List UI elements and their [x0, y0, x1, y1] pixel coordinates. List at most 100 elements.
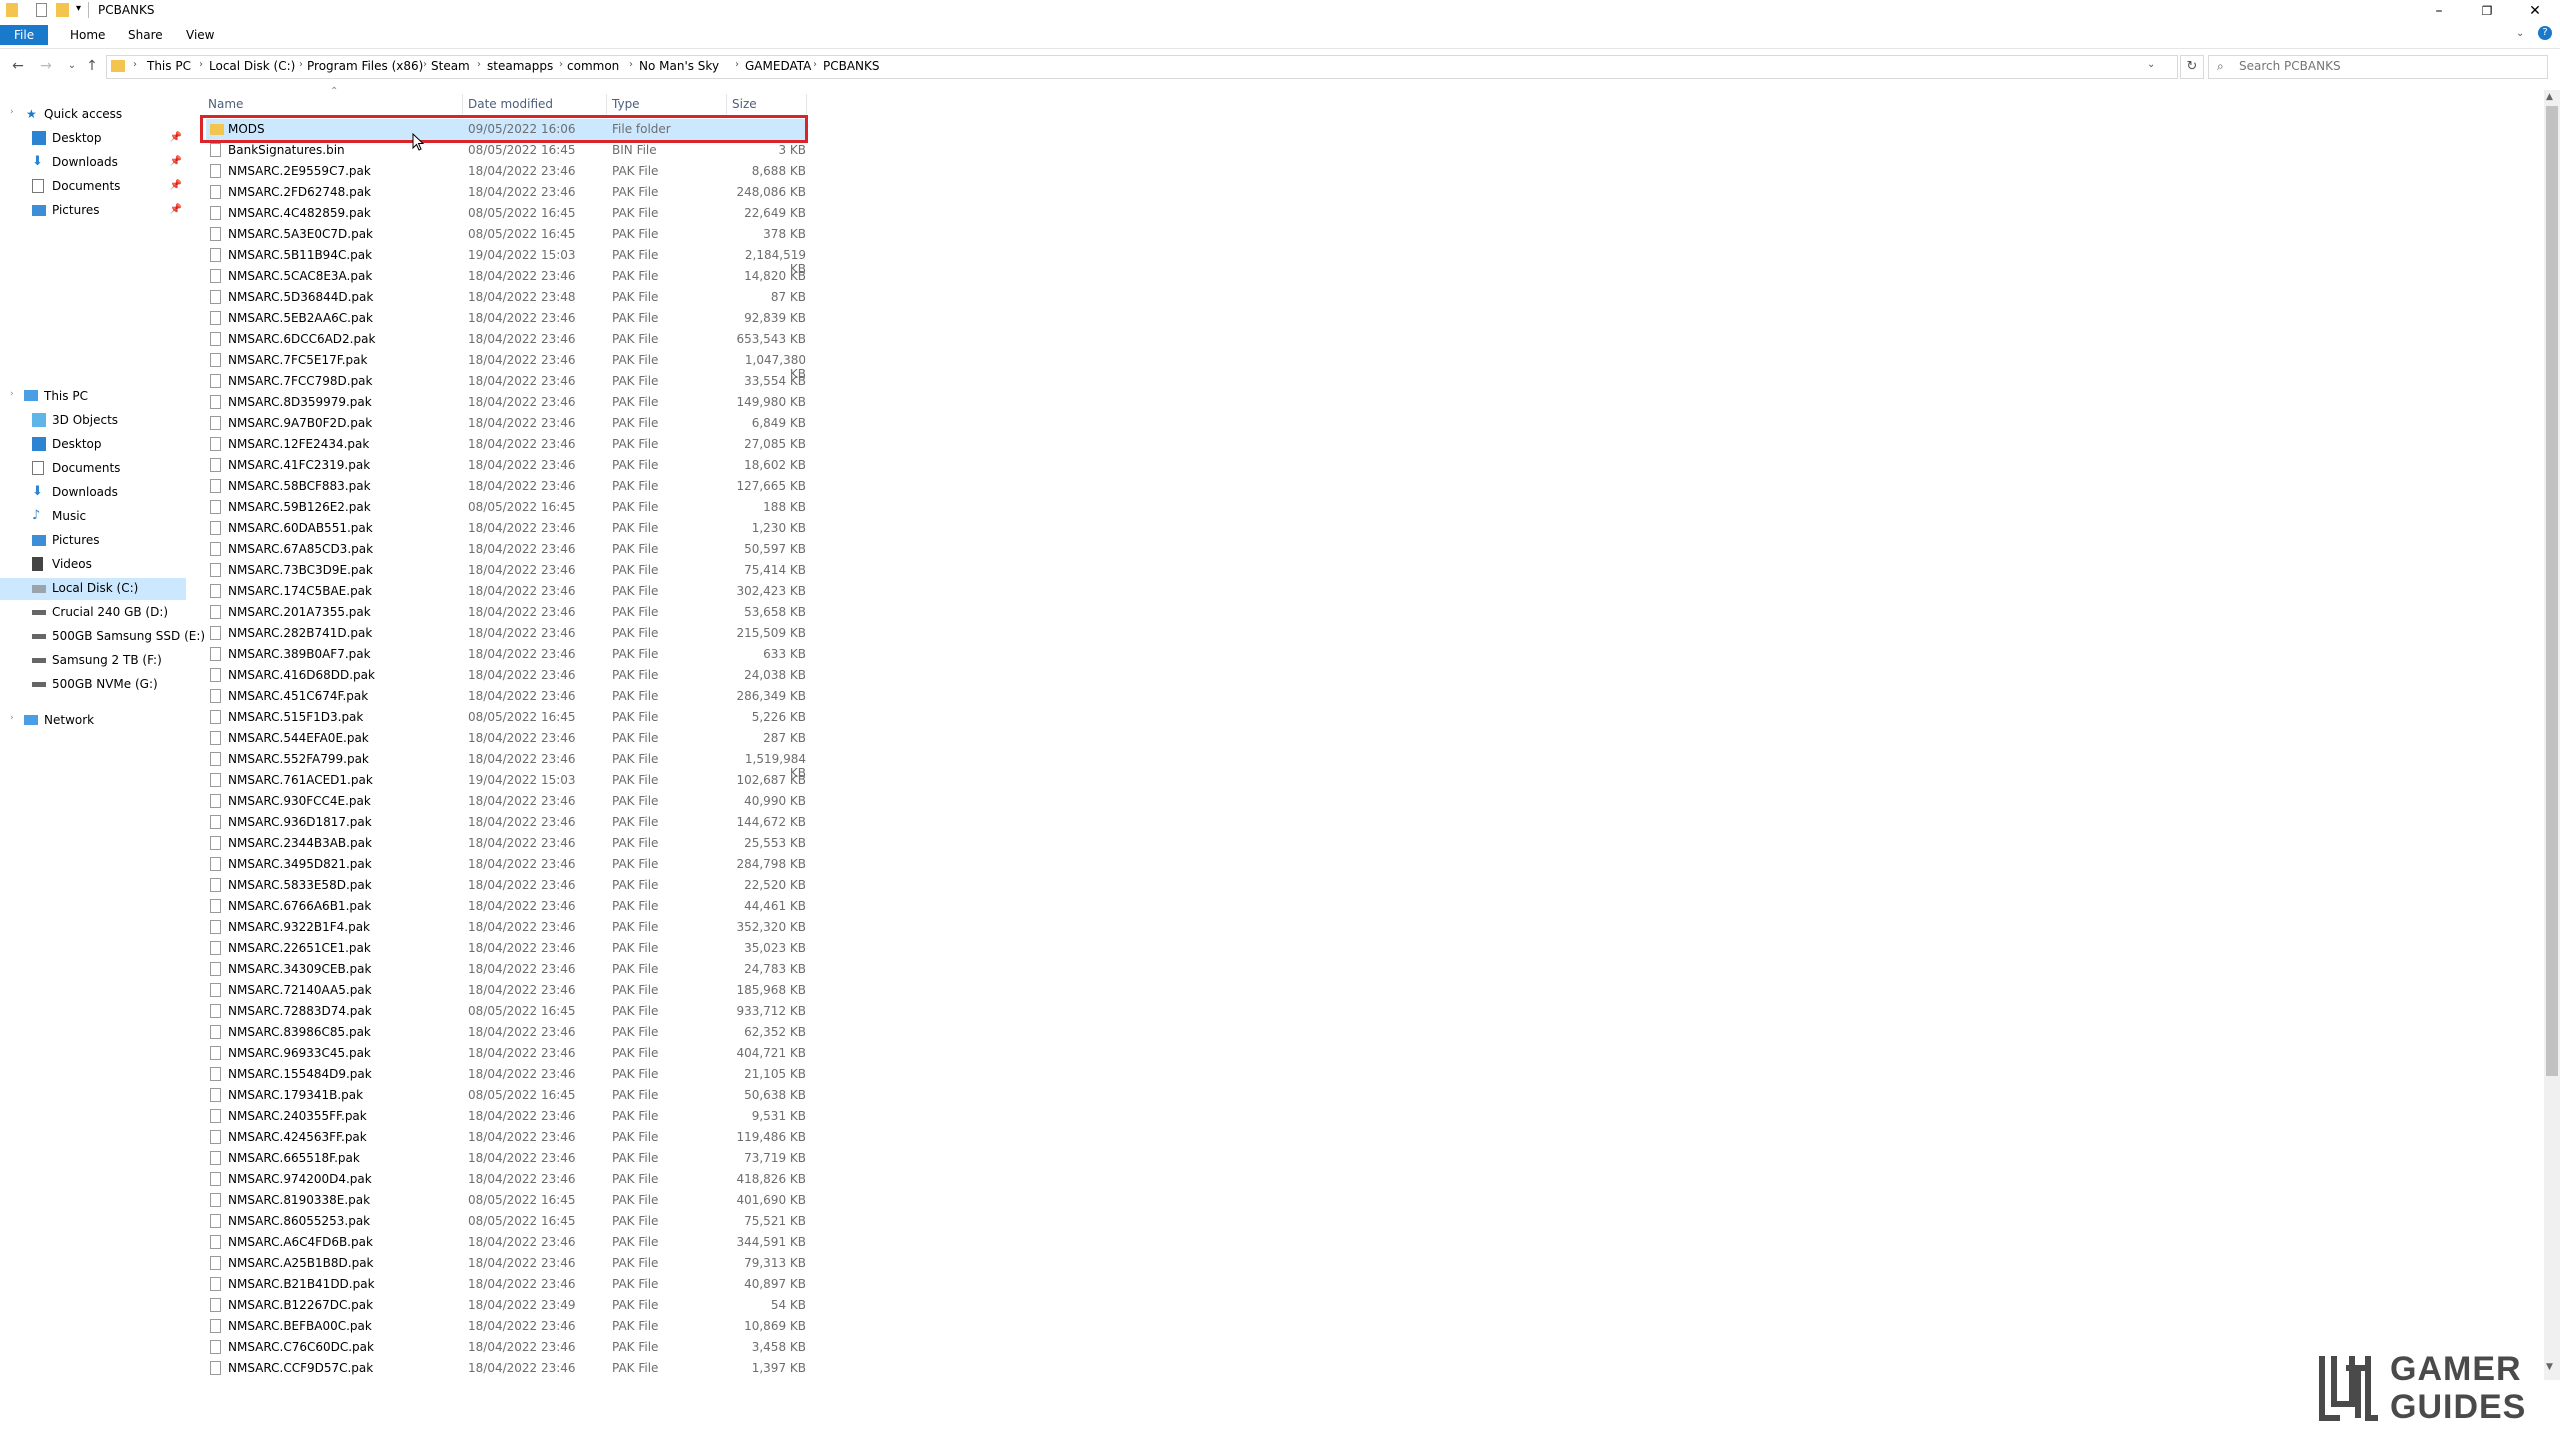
file-row[interactable]: NMSARC.A25B1B8D.pak 18/04/2022 23:46 PAK F… — [206, 1253, 806, 1274]
breadcrumb-pcbanks[interactable]: PCBANKS — [823, 59, 880, 73]
address-bar[interactable]: › This PC › Local Disk (C:) › Program Fi… — [106, 55, 2178, 79]
chevron-right-icon[interactable]: › — [10, 107, 14, 117]
file-row[interactable]: NMSARC.974200D4.pak 18/04/2022 23:46 PAK F… — [206, 1169, 806, 1190]
file-row[interactable]: NMSARC.174C5BAE.pak 18/04/2022 23:46 PAK F… — [206, 581, 806, 602]
file-row[interactable]: NMSARC.155484D9.pak 18/04/2022 23:46 PAK F… — [206, 1064, 806, 1085]
breadcrumb-steam[interactable]: Steam — [431, 59, 470, 73]
nav-drive-e[interactable]: 500GB Samsung SSD (E:) — [0, 626, 205, 648]
file-row[interactable]: NMSARC.544EFA0E.pak 18/04/2022 23:46 PAK F… — [206, 728, 806, 749]
file-row[interactable]: NMSARC.3495D821.pak 18/04/2022 23:46 PAK F… — [206, 854, 806, 875]
file-row[interactable]: NMSARC.389B0AF7.pak 18/04/2022 23:46 PAK F… — [206, 644, 806, 665]
help-icon[interactable]: ? — [2538, 26, 2552, 40]
file-row[interactable]: NMSARC.7FC5E17F.pak 18/04/2022 23:46 PAK F… — [206, 350, 806, 381]
file-row[interactable]: BankSignatures.bin 08/05/2022 16:45 BIN Fi… — [206, 140, 806, 161]
chevron-right-icon[interactable]: › — [423, 59, 427, 70]
expand-ribbon-icon[interactable]: ⌄ — [2516, 28, 2524, 39]
nav-this-pc[interactable]: › This PC — [0, 386, 190, 408]
nav-drive-f[interactable]: Samsung 2 TB (F:) — [0, 650, 190, 672]
file-row[interactable]: NMSARC.665518F.pak 18/04/2022 23:46 PAK Fi… — [206, 1148, 806, 1169]
file-row[interactable]: NMSARC.201A7355.pak 18/04/2022 23:46 PAK F… — [206, 602, 806, 623]
file-row[interactable]: NMSARC.9322B1F4.pak 18/04/2022 23:46 PAK F… — [206, 917, 806, 938]
file-row[interactable]: NMSARC.424563FF.pak 18/04/2022 23:46 PAK F… — [206, 1127, 806, 1148]
chevron-right-icon[interactable]: › — [559, 59, 563, 70]
file-row[interactable]: NMSARC.515F1D3.pak 08/05/2022 16:45 PAK Fi… — [206, 707, 806, 728]
tab-share[interactable]: Share — [114, 25, 177, 45]
file-row[interactable]: NMSARC.4C482859.pak 08/05/2022 16:45 PAK F… — [206, 203, 806, 224]
breadcrumb-program-files[interactable]: Program Files (x86) — [307, 59, 423, 73]
pin-icon[interactable]: 📌 — [170, 204, 182, 215]
chevron-right-icon[interactable]: › — [10, 713, 14, 723]
nav-videos[interactable]: Videos — [0, 554, 190, 576]
quick-access-toolbar-dropdown-icon[interactable]: ▾ — [76, 3, 81, 14]
tab-file[interactable]: File — [0, 25, 49, 45]
file-row[interactable]: NMSARC.2344B3AB.pak 18/04/2022 23:46 PAK F… — [206, 833, 806, 854]
file-row[interactable]: NMSARC.8190338E.pak 08/05/2022 16:45 PAK F… — [206, 1190, 806, 1211]
nav-quick-desktop[interactable]: Desktop 📌 — [0, 128, 190, 150]
column-divider[interactable] — [726, 94, 727, 114]
file-row[interactable]: NMSARC.96933C45.pak 18/04/2022 23:46 PAK F… — [206, 1043, 806, 1064]
back-arrow-icon[interactable]: ← — [10, 58, 26, 74]
pin-icon[interactable]: 📌 — [170, 156, 182, 167]
chevron-right-icon[interactable]: › — [813, 59, 817, 70]
file-row[interactable]: NMSARC.5833E58D.pak 18/04/2022 23:46 PAK F… — [206, 875, 806, 896]
file-row[interactable]: NMSARC.22651CE1.pak 18/04/2022 23:46 PAK F… — [206, 938, 806, 959]
file-row[interactable]: NMSARC.240355FF.pak 18/04/2022 23:46 PAK F… — [206, 1106, 806, 1127]
file-row[interactable]: NMSARC.761ACED1.pak 19/04/2022 15:03 PAK F… — [206, 770, 806, 791]
pin-icon[interactable]: 📌 — [170, 180, 182, 191]
tab-home[interactable]: Home — [56, 25, 119, 45]
up-arrow-icon[interactable]: ↑ — [84, 58, 100, 74]
breadcrumb-no-mans-sky[interactable]: No Man's Sky — [639, 59, 719, 73]
file-row[interactable]: NMSARC.8D359979.pak 18/04/2022 23:46 PAK F… — [206, 392, 806, 413]
file-row[interactable]: NMSARC.CCF9D57C.pak 18/04/2022 23:46 PAK F… — [206, 1358, 806, 1379]
file-row[interactable]: NMSARC.6DCC6AD2.pak 18/04/2022 23:46 PAK F… — [206, 329, 806, 350]
file-row[interactable]: NMSARC.179341B.pak 08/05/2022 16:45 PAK Fi… — [206, 1085, 806, 1106]
column-divider[interactable] — [606, 94, 607, 114]
file-row[interactable]: NMSARC.282B741D.pak 18/04/2022 23:46 PAK F… — [206, 623, 806, 644]
refresh-button[interactable]: ↻ — [2180, 55, 2204, 79]
nav-quick-pictures[interactable]: Pictures 📌 — [0, 200, 190, 222]
nav-desktop[interactable]: Desktop — [0, 434, 190, 456]
forward-arrow-icon[interactable]: → — [38, 58, 54, 74]
pin-icon[interactable]: 📌 — [170, 132, 182, 143]
file-row[interactable]: NMSARC.2E9559C7.pak 18/04/2022 23:46 PAK F… — [206, 161, 806, 182]
nav-downloads[interactable]: ⬇ Downloads — [0, 482, 190, 504]
chevron-right-icon[interactable]: › — [199, 59, 203, 70]
chevron-right-icon[interactable]: › — [133, 59, 137, 70]
file-row[interactable]: NMSARC.34309CEB.pak 18/04/2022 23:46 PAK F… — [206, 959, 806, 980]
nav-network[interactable]: › Network — [0, 710, 190, 732]
chevron-right-icon[interactable]: › — [299, 59, 303, 70]
new-folder-icon[interactable] — [56, 3, 69, 17]
file-row[interactable]: NMSARC.936D1817.pak 18/04/2022 23:46 PAK F… — [206, 812, 806, 833]
scrollbar-thumb[interactable] — [2546, 106, 2558, 1076]
file-row[interactable]: NMSARC.5A3E0C7D.pak 08/05/2022 16:45 PAK F… — [206, 224, 806, 245]
file-row[interactable]: NMSARC.5D36844D.pak 18/04/2022 23:48 PAK F… — [206, 287, 806, 308]
nav-drive-d[interactable]: Crucial 240 GB (D:) — [0, 602, 190, 624]
nav-quick-access[interactable]: › ★ Quick access — [0, 104, 190, 126]
recent-locations-chevron-icon[interactable]: ⌄ — [64, 58, 80, 74]
chevron-right-icon[interactable]: › — [735, 59, 739, 70]
file-row[interactable]: NMSARC.5B11B94C.pak 19/04/2022 15:03 PAK F… — [206, 245, 806, 276]
file-row[interactable]: NMSARC.73BC3D9E.pak 18/04/2022 23:46 PAK F… — [206, 560, 806, 581]
file-row[interactable]: NMSARC.60DAB551.pak 18/04/2022 23:46 PAK F… — [206, 518, 806, 539]
scroll-up-arrow-icon[interactable]: ▲ — [2546, 92, 2553, 102]
tab-view[interactable]: View — [172, 25, 228, 45]
chevron-right-icon[interactable]: › — [629, 59, 633, 70]
file-row[interactable]: NMSARC.416D68DD.pak 18/04/2022 23:46 PAK F… — [206, 665, 806, 686]
file-row[interactable]: NMSARC.9A7B0F2D.pak 18/04/2022 23:46 PAK F… — [206, 413, 806, 434]
search-input[interactable] — [2239, 56, 2539, 76]
restore-button[interactable]: ❐ — [2466, 0, 2508, 22]
breadcrumb-steamapps[interactable]: steamapps — [487, 59, 553, 73]
file-row[interactable]: NMSARC.C76C60DC.pak 18/04/2022 23:46 PAK F… — [206, 1337, 806, 1358]
file-row[interactable]: NMSARC.12FE2434.pak 18/04/2022 23:46 PAK F… — [206, 434, 806, 455]
file-row[interactable]: NMSARC.B12267DC.pak 18/04/2022 23:49 PAK F… — [206, 1295, 806, 1316]
file-row[interactable]: NMSARC.59B126E2.pak 08/05/2022 16:45 PAK F… — [206, 497, 806, 518]
nav-music[interactable]: ♪ Music — [0, 506, 190, 528]
nav-drive-g[interactable]: 500GB NVMe (G:) — [0, 674, 190, 696]
breadcrumb-this-pc[interactable]: This PC — [147, 59, 191, 73]
nav-3d-objects[interactable]: 3D Objects — [0, 410, 190, 432]
file-row[interactable]: NMSARC.83986C85.pak 18/04/2022 23:46 PAK F… — [206, 1022, 806, 1043]
breadcrumb-common[interactable]: common — [567, 59, 619, 73]
properties-icon[interactable] — [36, 3, 47, 17]
file-row[interactable]: NMSARC.B21B41DD.pak 18/04/2022 23:46 PAK F… — [206, 1274, 806, 1295]
file-row[interactable]: NMSARC.86055253.pak 08/05/2022 16:45 PAK F… — [206, 1211, 806, 1232]
